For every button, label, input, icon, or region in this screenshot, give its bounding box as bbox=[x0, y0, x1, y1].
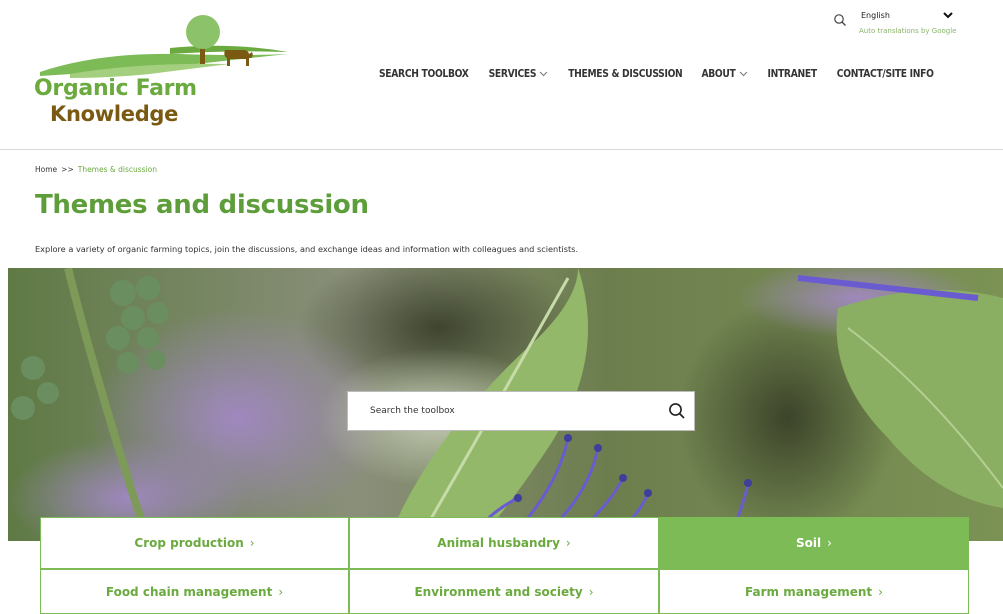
breadcrumb: Home >> Themes & discussion bbox=[35, 165, 157, 174]
nav-item-label: THEMES & DISCUSSION bbox=[568, 68, 683, 80]
tile-label: Environment and society bbox=[414, 584, 583, 599]
tile-farm-management[interactable]: Farm management › bbox=[659, 569, 969, 614]
nav-item-about[interactable]: ABOUT bbox=[701, 69, 747, 80]
tile-crop-production[interactable]: Crop production › bbox=[40, 517, 349, 569]
chevron-right-icon: › bbox=[588, 584, 594, 599]
chevron-right-icon: › bbox=[827, 536, 832, 550]
tile-label: Food chain management bbox=[105, 584, 273, 599]
chevron-right-icon: › bbox=[878, 584, 883, 599]
page-title: Themes and discussion bbox=[35, 190, 369, 220]
nav-item-label: INTRANET bbox=[767, 68, 818, 80]
breadcrumb-separator: >> bbox=[61, 165, 74, 174]
tile-animal-husbandry[interactable]: Animal husbandry › bbox=[349, 517, 659, 569]
search-icon[interactable] bbox=[668, 402, 686, 420]
nav-item-label: CONTACT/SITE INFO bbox=[836, 68, 934, 80]
tile-label: Animal husbandry bbox=[437, 536, 560, 550]
translation-note: Auto translations by Google bbox=[859, 27, 957, 35]
logo-text-line2: Knowledge bbox=[50, 102, 179, 126]
chevron-down-icon bbox=[739, 71, 747, 77]
nav-item-intranet[interactable]: INTRANET bbox=[767, 68, 818, 80]
search-icon[interactable] bbox=[833, 13, 847, 27]
chevron-right-icon: › bbox=[565, 536, 571, 550]
tile-label: Soil bbox=[796, 536, 822, 550]
chevron-down-icon bbox=[943, 12, 953, 19]
tile-environment-and-society[interactable]: Environment and society › bbox=[349, 569, 659, 614]
language-select[interactable]: English bbox=[859, 7, 955, 23]
search-placeholder: Search the toolbox bbox=[370, 406, 455, 416]
breadcrumb-home[interactable]: Home bbox=[35, 165, 57, 174]
logo-graphic bbox=[40, 15, 288, 78]
nav-item-contact[interactable]: CONTACT/SITE INFO bbox=[837, 69, 934, 80]
tile-soil[interactable]: Soil › bbox=[659, 517, 969, 569]
tile-label: Crop production bbox=[134, 536, 244, 550]
chevron-down-icon bbox=[539, 71, 548, 77]
page-intro: Explore a variety of organic farming top… bbox=[35, 244, 579, 254]
main-nav: SEARCH TOOLBOX SERVICES THEMES & DISCUSS… bbox=[379, 66, 934, 82]
logo-text-line1: Organic Farm bbox=[34, 76, 197, 101]
nav-item-themes-discussion[interactable]: THEMES & DISCUSSION bbox=[568, 68, 683, 80]
theme-tiles: Crop production › Animal husbandry › Soil ›… bbox=[40, 517, 969, 614]
chevron-right-icon: › bbox=[278, 584, 284, 599]
tile-label: Farm management bbox=[745, 584, 873, 599]
chevron-right-icon: › bbox=[249, 536, 255, 550]
toolbox-search-input[interactable]: Search the toolbox bbox=[347, 391, 695, 431]
nav-item-services[interactable]: SERVICES bbox=[489, 69, 549, 80]
nav-item-label: SEARCH TOOLBOX bbox=[379, 68, 469, 80]
tile-food-chain-management[interactable]: Food chain management › bbox=[40, 569, 349, 614]
site-header: Organic Farm Knowledge English Auto tran… bbox=[0, 0, 1003, 150]
nav-item-label: SERVICES bbox=[488, 68, 537, 80]
language-selected: English bbox=[861, 10, 890, 20]
site-logo[interactable]: Organic Farm Knowledge bbox=[30, 14, 290, 134]
nav-item-label: ABOUT bbox=[701, 68, 736, 80]
language-area: English Auto translations by Google bbox=[833, 7, 973, 39]
nav-item-search-toolbox[interactable]: SEARCH TOOLBOX bbox=[379, 69, 469, 80]
breadcrumb-current[interactable]: Themes & discussion bbox=[78, 165, 157, 174]
